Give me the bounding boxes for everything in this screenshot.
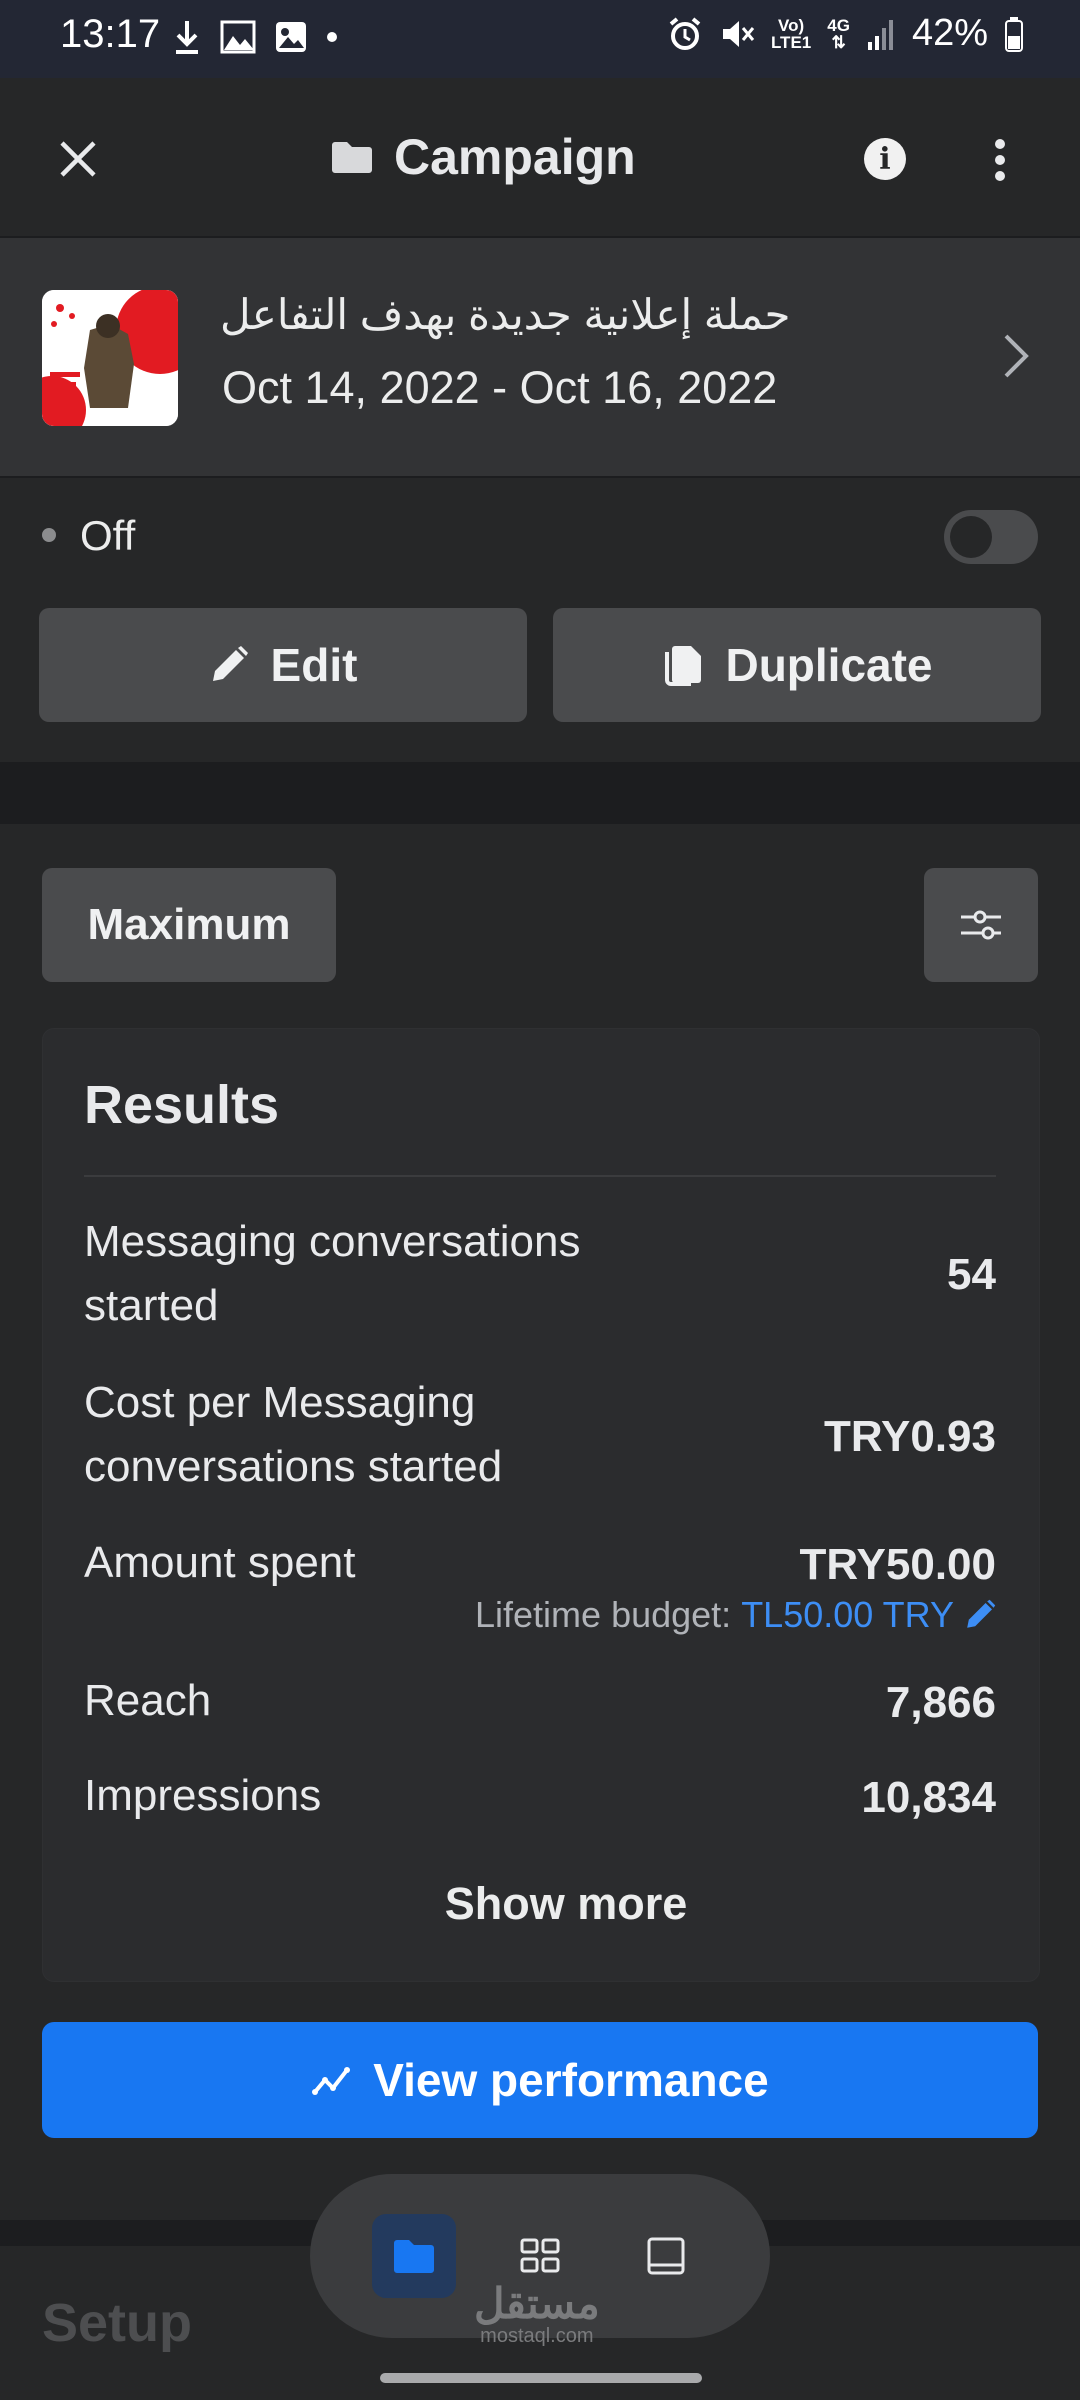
status-dot xyxy=(42,528,56,542)
results-title: Results xyxy=(84,1075,280,1135)
watermark: مستقل mostaql.com xyxy=(474,2280,600,2347)
dot-icon xyxy=(327,32,337,42)
close-icon xyxy=(60,141,96,177)
edit-label: Edit xyxy=(270,639,358,691)
edit-button[interactable]: Edit xyxy=(39,608,527,722)
signal-icon xyxy=(867,19,893,50)
more-options-button[interactable] xyxy=(994,136,1006,184)
metric-label-cost-per-conversation: Cost per Messaging conversations started xyxy=(84,1378,503,1491)
folder-icon xyxy=(394,2240,434,2273)
close-button[interactable] xyxy=(56,137,100,181)
pencil-icon xyxy=(212,646,248,681)
status-label: Off xyxy=(80,512,136,559)
trend-icon xyxy=(312,2067,351,2095)
battery-percent: 42% xyxy=(911,12,988,54)
volte-indicator: Vo) LTE1 xyxy=(770,15,812,52)
duplicate-icon xyxy=(665,646,702,686)
toggle-knob xyxy=(950,516,992,558)
info-button[interactable]: i xyxy=(864,138,906,180)
status-bar: 13:17 Vo) LTE1 4G ⇅ 42% xyxy=(0,0,1080,78)
home-indicator[interactable] xyxy=(380,2373,702,2383)
show-more-button[interactable]: Show more xyxy=(0,1878,1080,1930)
nav-campaigns-button[interactable] xyxy=(372,2214,456,2298)
lifetime-budget-line: Lifetime budget: TL50.00 TRY xyxy=(475,1594,996,1636)
alarm-icon xyxy=(669,16,701,50)
chevron-right-icon xyxy=(1002,332,1030,380)
campaign-thumbnail xyxy=(42,290,178,426)
edit-budget-icon[interactable] xyxy=(964,1599,996,1631)
grid-icon xyxy=(520,2238,560,2273)
metric-value-reach: 7,866 xyxy=(885,1678,996,1727)
metric-value-cost-per-conversation: TRY0.93 xyxy=(823,1412,996,1461)
metric-label-reach: Reach xyxy=(84,1676,212,1725)
filter-button[interactable] xyxy=(924,868,1038,982)
campaign-dates: Oct 14, 2022 - Oct 16, 2022 xyxy=(222,362,778,413)
image-gallery-icon xyxy=(220,20,256,54)
setup-title: Setup xyxy=(42,2293,193,2353)
results-divider xyxy=(84,1175,996,1177)
view-performance-button[interactable]: View performance xyxy=(42,2022,1038,2138)
section-divider xyxy=(0,762,1080,824)
photo-icon xyxy=(276,22,306,52)
campaign-name: حملة إعلانية جديدة بهدف التفاعل xyxy=(220,291,791,338)
campaign-toggle[interactable] xyxy=(944,510,1038,564)
ad-preview-icon xyxy=(647,2237,685,2275)
budget-prefix: Lifetime budget: xyxy=(475,1594,732,1635)
nav-ads-button[interactable] xyxy=(624,2214,708,2298)
data-indicator: 4G ⇅ xyxy=(827,15,850,52)
metric-value-amount-spent: TRY50.00 xyxy=(799,1540,996,1589)
duplicate-button[interactable]: Duplicate xyxy=(553,608,1041,722)
mute-icon xyxy=(722,20,755,47)
metric-label-amount-spent: Amount spent xyxy=(84,1538,356,1587)
page-title: Campaign xyxy=(394,129,636,185)
view-performance-label: View performance xyxy=(373,2054,769,2106)
status-time: 13:17 xyxy=(60,12,161,56)
status-row xyxy=(0,478,1080,590)
header-title: Campaign xyxy=(330,128,636,186)
sliders-icon xyxy=(961,910,1001,940)
folder-icon xyxy=(332,142,372,173)
results-card xyxy=(42,1028,1040,1982)
download-icon xyxy=(176,21,198,54)
info-icon: i xyxy=(879,141,891,177)
status-left-icons xyxy=(172,18,338,56)
budget-value-link[interactable]: TL50.00 TRY xyxy=(741,1594,954,1636)
metric-value-impressions: 10,834 xyxy=(861,1773,996,1822)
status-right-icons: Vo) LTE1 4G ⇅ 42% xyxy=(667,12,1024,55)
duplicate-label: Duplicate xyxy=(725,639,933,691)
battery-icon xyxy=(1005,16,1023,52)
metric-value-conversations: 54 xyxy=(947,1250,996,1299)
date-range-button[interactable]: Maximum xyxy=(42,868,336,982)
metric-label-conversations: Messaging conversations started xyxy=(84,1217,581,1330)
more-vertical-icon xyxy=(995,139,1005,181)
metric-label-impressions: Impressions xyxy=(84,1771,322,1820)
